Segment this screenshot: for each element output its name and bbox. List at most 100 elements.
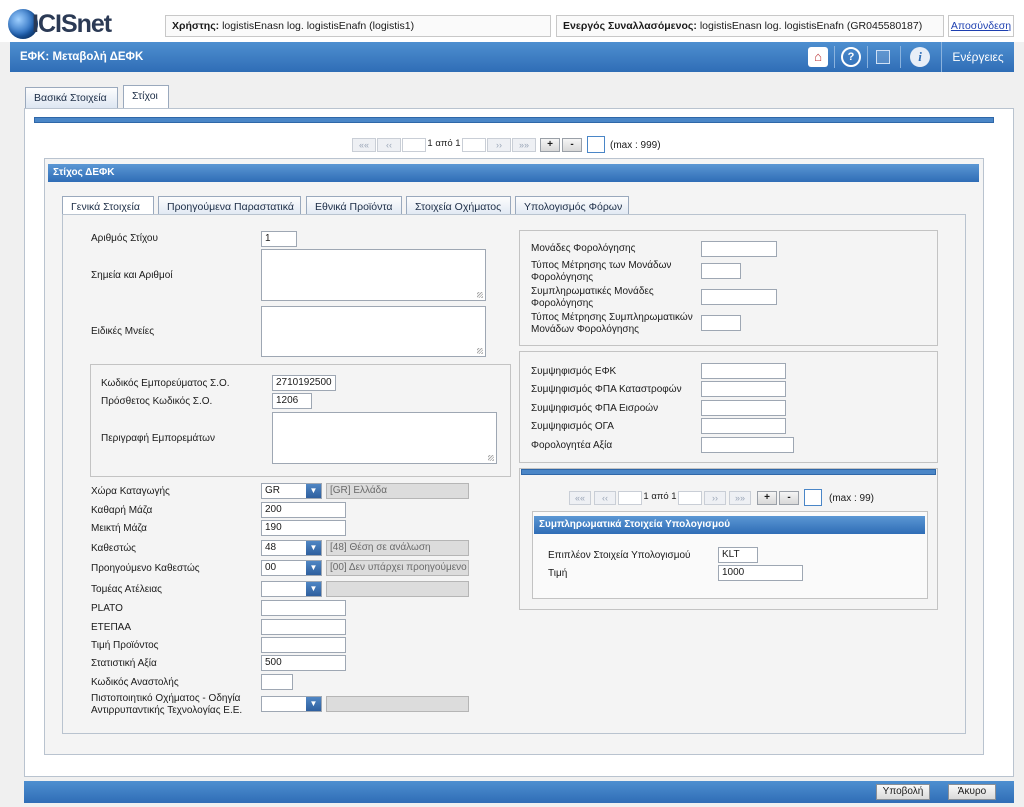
supp-units-type-field[interactable] bbox=[701, 315, 741, 331]
page-title: ΕΦΚ: Μεταβολή ΔΕΦΚ bbox=[10, 42, 1014, 72]
exemption-sector-select[interactable]: ▼ bbox=[261, 581, 322, 597]
icisnet-logo: ICISnet bbox=[8, 9, 143, 39]
cancel-button[interactable]: Άκυρο bbox=[948, 784, 996, 800]
divider bbox=[834, 46, 835, 68]
suspension-code-field[interactable] bbox=[261, 674, 293, 690]
vehicle-certificate-select[interactable]: ▼ bbox=[261, 696, 322, 712]
divider bbox=[867, 46, 868, 68]
pager-page-text: 1 από 1 bbox=[427, 138, 461, 149]
calc-header-bar bbox=[521, 469, 936, 475]
supp-units-label: Συμπληρωματικές Μονάδες Φορολόγησης bbox=[531, 286, 654, 310]
tax-units-type-field[interactable] bbox=[701, 263, 741, 279]
offset-vat-input-field[interactable] bbox=[701, 400, 786, 416]
origin-country-desc: [GR] Ελλάδα bbox=[326, 483, 469, 499]
tab-basic-info[interactable]: Βασικά Στοιχεία bbox=[25, 87, 118, 109]
pager-next-button[interactable]: ›› bbox=[487, 138, 511, 152]
offset-efk-label: Συμψηφισμός ΕΦΚ bbox=[531, 366, 617, 377]
goods-description-textarea[interactable] bbox=[272, 412, 497, 464]
origin-country-select[interactable]: GR ▼ bbox=[261, 483, 322, 499]
previous-procedure-select[interactable]: 00 ▼ bbox=[261, 560, 322, 576]
logout-link[interactable]: Αποσύνδεση bbox=[948, 15, 1014, 37]
tax-units-type-label: Τύπος Μέτρησης των Μονάδων Φορολόγησης bbox=[531, 260, 671, 284]
calc-pager-last-button[interactable]: »» bbox=[729, 491, 751, 505]
offset-vat-input-label: Συμψηφισμός ΦΠΑ Εισροών bbox=[531, 403, 659, 414]
tax-units-field[interactable] bbox=[701, 241, 777, 257]
offset-vat-destruction-field[interactable] bbox=[701, 381, 786, 397]
add-line-button[interactable]: + bbox=[540, 138, 560, 152]
extra-calc-field[interactable]: KLT bbox=[718, 547, 758, 563]
supp-units-type-label-line1: Τύπος Μέτρησης Συμπληρωματικών bbox=[531, 312, 693, 323]
offset-efk-field[interactable] bbox=[701, 363, 786, 379]
value-field[interactable]: 1000 bbox=[718, 565, 803, 581]
special-mentions-textarea[interactable] bbox=[261, 306, 486, 357]
vehicle-certificate-label-line1: Πιστοποιητικό Οχήματος - Οδηγία bbox=[91, 693, 241, 704]
home-icon[interactable]: ⌂ bbox=[808, 47, 828, 67]
pager-max: (max : 999) bbox=[610, 140, 661, 151]
line-number-field[interactable]: 1 bbox=[261, 231, 297, 247]
commodity-code-field[interactable]: 2710192500 bbox=[272, 375, 336, 391]
goods-description-label: Περιγραφή Εμπορεμάτων bbox=[101, 433, 215, 444]
additional-code-field[interactable]: 1206 bbox=[272, 393, 312, 409]
procedure-select[interactable]: 48 ▼ bbox=[261, 540, 322, 556]
supp-units-label-line1: Συμπληρωματικές Μονάδες bbox=[531, 286, 654, 297]
pager-first-button[interactable]: «« bbox=[352, 138, 376, 152]
gross-mass-label: Μεικτή Μάζα bbox=[91, 523, 147, 534]
previous-procedure-label: Προηγούμενο Καθεστώς bbox=[91, 563, 200, 574]
help-icon[interactable]: ? bbox=[841, 47, 861, 67]
pager-prev-button[interactable]: ‹‹ bbox=[377, 138, 401, 152]
offset-oga-field[interactable] bbox=[701, 418, 786, 434]
user-info: Χρήστης: logistisEnasn log. logistisEnaf… bbox=[165, 15, 551, 37]
offset-oga-label: Συμψηφισμός ΟΓΑ bbox=[531, 421, 614, 432]
calc-pager-prev-button[interactable]: ‹‹ bbox=[594, 491, 616, 505]
submit-button[interactable]: Υποβολή bbox=[876, 784, 930, 800]
pager-spacer bbox=[402, 138, 426, 152]
exemption-sector-label: Τομέας Ατέλειας bbox=[91, 584, 162, 595]
calc-pager-next-button[interactable]: ›› bbox=[704, 491, 726, 505]
supp-units-type-label: Τύπος Μέτρησης Συμπληρωματικών Μονάδων Φο… bbox=[531, 312, 693, 336]
footer-bar bbox=[24, 781, 1014, 803]
calc-pager-page-text: 1 από 1 bbox=[643, 491, 677, 502]
supp-units-field[interactable] bbox=[701, 289, 777, 305]
vehicle-certificate-desc bbox=[326, 696, 469, 712]
extra-calc-label: Επιπλέον Στοιχεία Υπολογισμού bbox=[548, 550, 691, 561]
commodity-code-label: Κωδικός Εμπορεύματος Σ.Ο. bbox=[101, 378, 230, 389]
logo-text: ICISnet bbox=[32, 10, 112, 38]
trader-label: Ενεργός Συναλλασόμενος: bbox=[563, 20, 697, 32]
chevron-down-icon: ▼ bbox=[306, 561, 321, 575]
calc-pager-first-button[interactable]: «« bbox=[569, 491, 591, 505]
page-size-box[interactable] bbox=[587, 136, 605, 153]
etepaa-field[interactable] bbox=[261, 619, 346, 635]
product-price-field[interactable] bbox=[261, 637, 346, 653]
calc-pager-max: (max : 99) bbox=[829, 493, 875, 504]
line-section-title: Στίχος ΔΕΦΚ bbox=[48, 164, 979, 182]
vehicle-certificate-label: Πιστοποιητικό Οχήματος - Οδηγία Αντιρρυπα… bbox=[91, 693, 242, 717]
pager-last-button[interactable]: »» bbox=[512, 138, 536, 152]
remove-line-button[interactable]: - bbox=[562, 138, 582, 152]
gross-mass-field[interactable]: 190 bbox=[261, 520, 346, 536]
trader-info: Ενεργός Συναλλασόμενος: logistisEnasn lo… bbox=[556, 15, 944, 37]
trader-value: logistisEnasn log. logistisEnafn (GR0455… bbox=[699, 20, 923, 32]
plato-field[interactable] bbox=[261, 600, 346, 616]
divider bbox=[900, 46, 901, 68]
info-icon[interactable]: i bbox=[910, 47, 930, 67]
calc-add-button[interactable]: + bbox=[757, 491, 777, 505]
chevron-down-icon: ▼ bbox=[306, 541, 321, 555]
line-number-label: Αριθμός Στίχου bbox=[91, 233, 158, 244]
tax-units-type-label-line1: Τύπος Μέτρησης των Μονάδων bbox=[531, 260, 672, 271]
marks-textarea[interactable] bbox=[261, 249, 486, 301]
plato-label: PLATO bbox=[91, 603, 123, 614]
calc-remove-button[interactable]: - bbox=[779, 491, 799, 505]
calc-pager-spacer bbox=[678, 491, 702, 505]
chevron-down-icon: ▼ bbox=[306, 484, 321, 498]
tax-units-label: Μονάδες Φορολόγησης bbox=[531, 243, 636, 254]
statistical-value-field[interactable]: 500 bbox=[261, 655, 346, 671]
taxable-value-field[interactable] bbox=[701, 437, 794, 453]
calc-pager-spacer bbox=[618, 491, 642, 505]
procedure-value: 48 bbox=[265, 542, 277, 553]
window-icon[interactable] bbox=[876, 50, 890, 64]
actions-menu[interactable]: Ενέργειες bbox=[941, 42, 1014, 72]
statistical-value-label: Στατιστική Αξία bbox=[91, 658, 157, 669]
net-mass-field[interactable]: 200 bbox=[261, 502, 346, 518]
tab-lines[interactable]: Στίχοι bbox=[123, 85, 169, 109]
calc-page-size-box[interactable] bbox=[804, 489, 822, 506]
